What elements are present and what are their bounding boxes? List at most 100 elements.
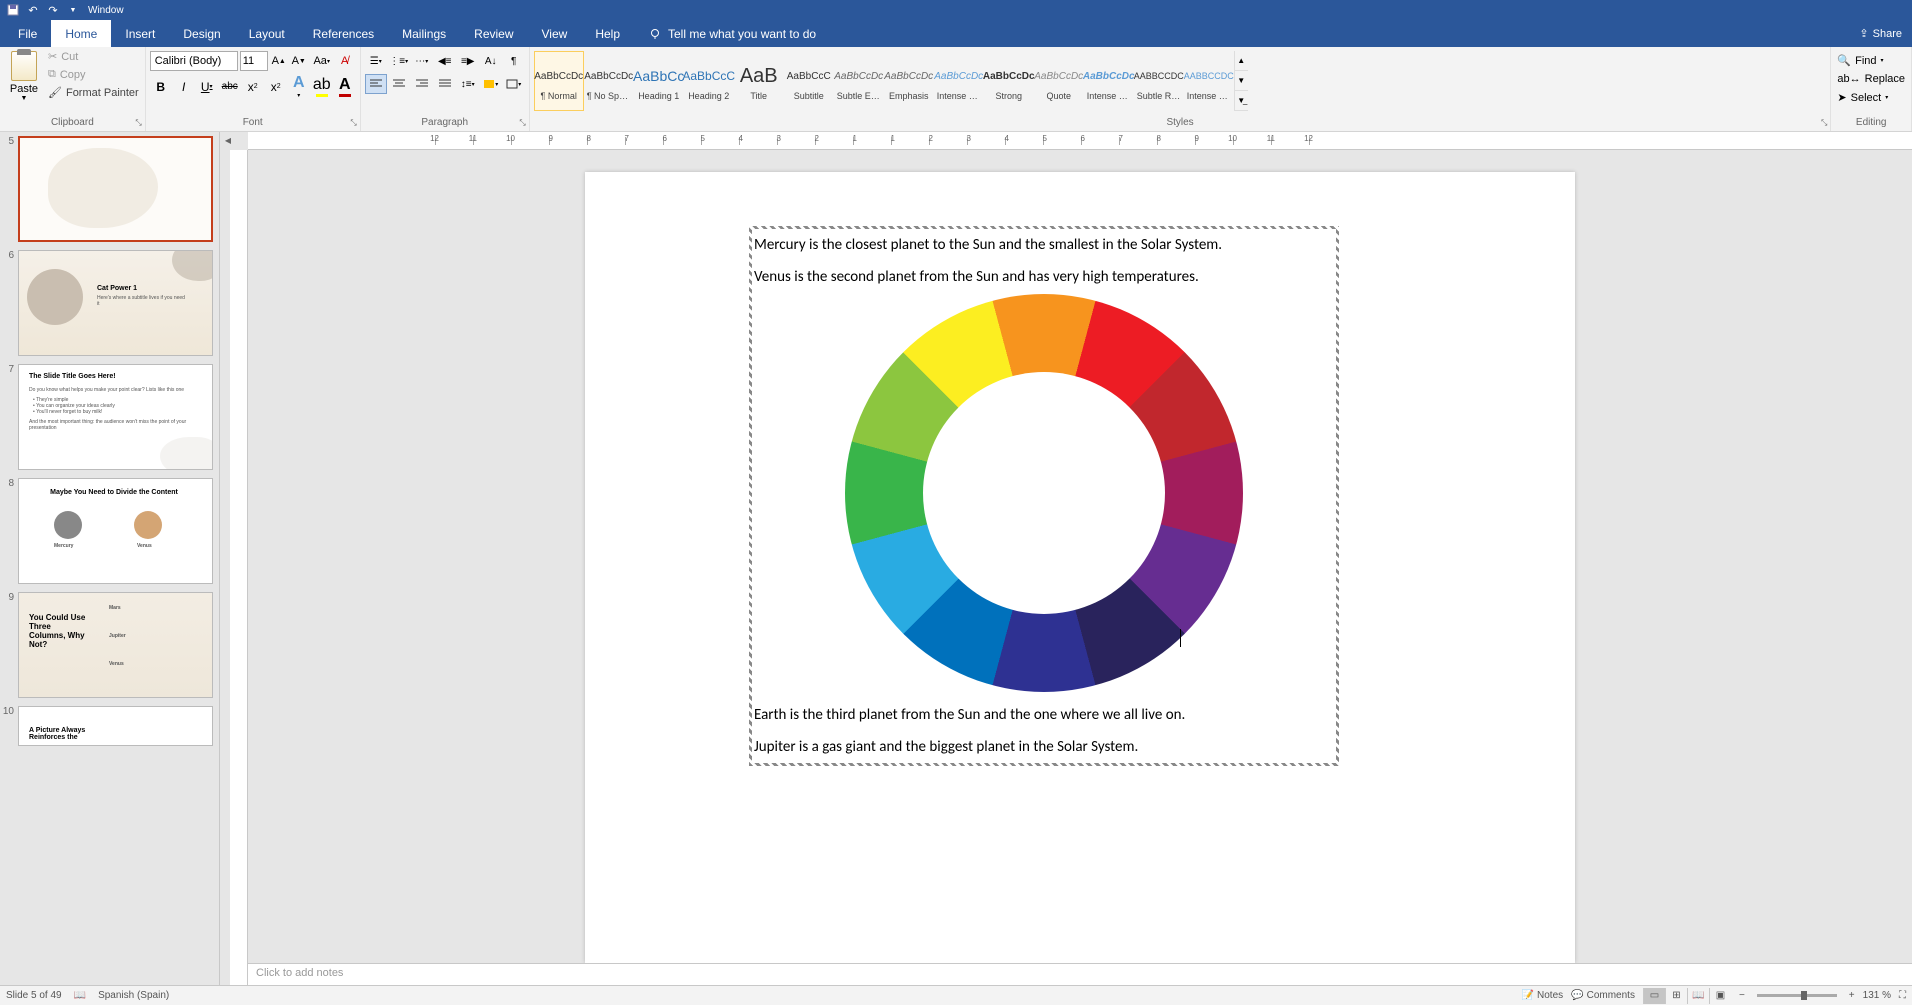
copy-button[interactable]: ⧉ Copy: [46, 67, 141, 82]
justify-button[interactable]: [434, 74, 456, 94]
language-indicator[interactable]: Spanish (Spain): [98, 990, 169, 1001]
spellcheck-icon[interactable]: 📖: [74, 990, 86, 1001]
clipboard-launcher-icon[interactable]: ⤡: [135, 118, 141, 128]
text-box[interactable]: Mercury is the closest planet to the Sun…: [749, 226, 1339, 766]
line-spacing-button[interactable]: ↕≡▾: [457, 74, 479, 94]
find-button[interactable]: 🔍 Find ▾: [1835, 53, 1907, 68]
cut-button[interactable]: ✂ Cut: [46, 49, 141, 64]
tab-file[interactable]: File: [4, 20, 51, 47]
style-subtle-ref-[interactable]: AABBCCDCSubtle Ref…: [1134, 51, 1184, 111]
tell-me-search[interactable]: Tell me what you want to do: [648, 20, 816, 47]
zoom-level[interactable]: 131 %: [1863, 990, 1891, 1001]
style-heading-1[interactable]: AaBbCcHeading 1: [634, 51, 684, 111]
gallery-more-icon[interactable]: ▼̲: [1235, 91, 1248, 111]
superscript-button[interactable]: x2: [265, 76, 287, 98]
zoom-out-button[interactable]: −: [1739, 990, 1745, 1001]
style-subtle-em-[interactable]: AaBbCcDcSubtle Em…: [834, 51, 884, 111]
horizontal-ruler[interactable]: 121110987654321123456789101112: [248, 132, 1912, 150]
style-title[interactable]: AaBTitle: [734, 51, 784, 111]
slide-thumbnail-9[interactable]: You Could Use Three Columns, Why Not? Ma…: [18, 592, 213, 698]
replace-button[interactable]: ab↔ Replace: [1835, 72, 1907, 86]
font-color-button[interactable]: A: [334, 76, 356, 97]
shading-button[interactable]: ▾: [480, 74, 502, 94]
slide-thumbnail-7[interactable]: The Slide Title Goes Here! Do you know w…: [18, 364, 213, 470]
format-painter-button[interactable]: 🖌 Format Painter: [46, 85, 141, 100]
tab-references[interactable]: References: [299, 20, 388, 47]
highlight-color-button[interactable]: ab: [311, 76, 333, 97]
style--normal[interactable]: AaBbCcDc¶ Normal: [534, 51, 584, 111]
clear-formatting-icon[interactable]: A̸: [336, 51, 354, 71]
subscript-button[interactable]: x2: [242, 76, 264, 98]
style-subtitle[interactable]: AaBbCcCSubtitle: [784, 51, 834, 111]
gallery-up-icon[interactable]: ▲: [1235, 51, 1248, 71]
style-quote[interactable]: AaBbCcDcQuote: [1034, 51, 1084, 111]
style-intense-re-[interactable]: AABBCCDCIntense Re…: [1184, 51, 1234, 111]
vertical-ruler[interactable]: [230, 150, 248, 985]
zoom-slider[interactable]: [1757, 994, 1837, 997]
sort-button[interactable]: A↓: [480, 51, 502, 71]
align-center-button[interactable]: [388, 74, 410, 94]
tab-layout[interactable]: Layout: [235, 20, 299, 47]
share-button[interactable]: ⇪ Share: [1849, 20, 1912, 47]
tab-view[interactable]: View: [528, 20, 582, 47]
italic-button[interactable]: I: [173, 76, 195, 98]
align-right-button[interactable]: [411, 74, 433, 94]
slide-thumbnail-5[interactable]: [18, 136, 213, 242]
decrease-font-icon[interactable]: A▼: [290, 51, 308, 71]
slides-panel[interactable]: 5 6 Cat Power 1 Here's where a subtitle …: [0, 132, 220, 985]
slide-thumbnail-10[interactable]: A Picture Always Reinforces the: [18, 706, 213, 746]
text-effects-button[interactable]: A▾: [288, 74, 310, 99]
tab-design[interactable]: Design: [169, 20, 234, 47]
underline-button[interactable]: U▾: [196, 76, 218, 98]
fit-to-window-button[interactable]: ⛶: [1899, 990, 1906, 1001]
style-intense-e-[interactable]: AaBbCcDcIntense E…: [934, 51, 984, 111]
style-intense-q-[interactable]: AaBbCcDcIntense Q…: [1084, 51, 1134, 111]
font-name-input[interactable]: [150, 51, 238, 71]
tab-review[interactable]: Review: [460, 20, 527, 47]
tab-insert[interactable]: Insert: [111, 20, 169, 47]
save-qat-icon[interactable]: [4, 2, 22, 18]
decrease-indent-button[interactable]: ◀≡: [434, 51, 456, 71]
notes-button[interactable]: 📝 Notes: [1522, 990, 1564, 1001]
increase-font-icon[interactable]: A▲: [270, 51, 288, 71]
slide-thumbnail-8[interactable]: Maybe You Need to Divide the Content Mer…: [18, 478, 213, 584]
reading-view-button[interactable]: 📖: [1687, 988, 1709, 1004]
tab-home[interactable]: Home: [51, 20, 111, 47]
change-case-icon[interactable]: Aa▾: [310, 51, 334, 71]
sorter-view-button[interactable]: ⊞: [1665, 988, 1687, 1004]
style-heading-2[interactable]: AaBbCcCHeading 2: [684, 51, 734, 111]
font-size-input[interactable]: [240, 51, 268, 71]
collapse-pane-icon[interactable]: ◀: [220, 132, 236, 148]
style-emphasis[interactable]: AaBbCcDcEmphasis: [884, 51, 934, 111]
align-left-button[interactable]: [365, 74, 387, 94]
page[interactable]: Mercury is the closest planet to the Sun…: [585, 172, 1575, 963]
gallery-down-icon[interactable]: ▼: [1235, 71, 1248, 91]
show-marks-button[interactable]: ¶: [503, 51, 525, 71]
slideshow-button[interactable]: ▣: [1709, 988, 1731, 1004]
normal-view-button[interactable]: ▭: [1643, 988, 1665, 1004]
paste-button[interactable]: Paste ▼: [4, 49, 44, 104]
paragraph-launcher-icon[interactable]: ⤡: [519, 118, 525, 128]
qat-dropdown-icon[interactable]: ▼: [64, 2, 82, 18]
tab-help[interactable]: Help: [581, 20, 634, 47]
style-strong[interactable]: AaBbCcDcStrong: [984, 51, 1034, 111]
strikethrough-button[interactable]: abc: [219, 76, 241, 98]
font-launcher-icon[interactable]: ⤡: [350, 118, 356, 128]
bullets-button[interactable]: ☰▾: [365, 51, 387, 71]
increase-indent-button[interactable]: ≡▶: [457, 51, 479, 71]
tab-mailings[interactable]: Mailings: [388, 20, 460, 47]
styles-launcher-icon[interactable]: ⤡: [1821, 118, 1827, 128]
borders-button[interactable]: ▾: [503, 74, 525, 94]
slide-thumbnail-6[interactable]: Cat Power 1 Here's where a subtitle live…: [18, 250, 213, 356]
redo-icon[interactable]: ↷: [44, 2, 62, 18]
select-button[interactable]: ➤ Select ▾: [1835, 90, 1907, 105]
undo-icon[interactable]: ↶: [24, 2, 42, 18]
multilevel-list-button[interactable]: ⋯▾: [411, 51, 433, 71]
bold-button[interactable]: B: [150, 76, 172, 98]
numbering-button[interactable]: ⋮≡▾: [388, 51, 410, 71]
zoom-in-button[interactable]: +: [1849, 990, 1855, 1001]
color-wheel-image[interactable]: [845, 294, 1243, 692]
document-scroll[interactable]: Mercury is the closest planet to the Sun…: [220, 150, 1912, 963]
comments-button[interactable]: 💬 Comments: [1571, 990, 1635, 1001]
style--no-spac-[interactable]: AaBbCcDc¶ No Spac…: [584, 51, 634, 111]
